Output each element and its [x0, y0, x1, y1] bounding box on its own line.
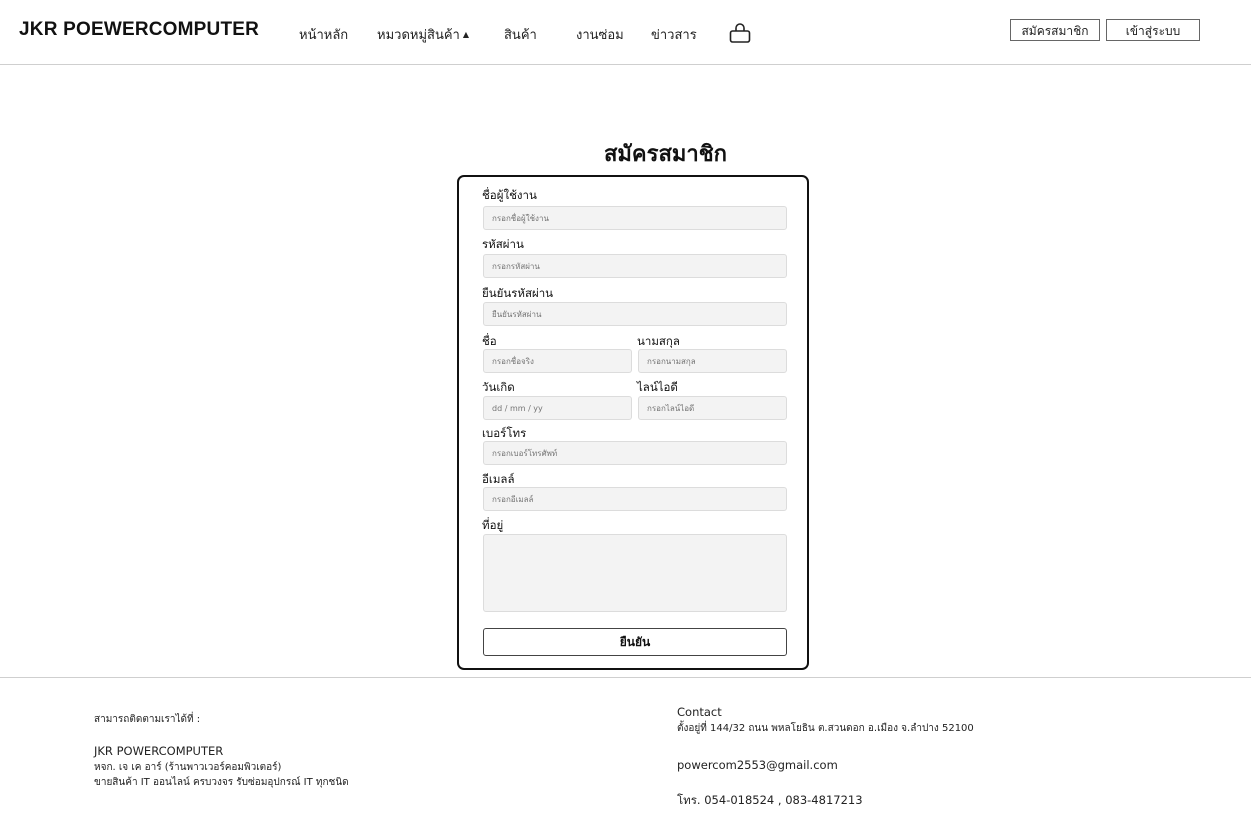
- email-input[interactable]: [483, 487, 787, 511]
- nav-news[interactable]: ข่าวสาร: [651, 24, 697, 45]
- confirm-password-input[interactable]: [483, 302, 787, 326]
- address-textarea[interactable]: [483, 534, 787, 612]
- brand-logo-text[interactable]: JKR POEWERCOMPUTER: [19, 19, 259, 41]
- username-input[interactable]: [483, 206, 787, 230]
- line-id-label: ไลน์ไอดี: [637, 380, 678, 394]
- login-button[interactable]: เข้าสู่ระบบ: [1106, 19, 1200, 41]
- top-navbar: JKR POEWERCOMPUTER หน้าหลัก หมวดหมู่สินค…: [0, 0, 1251, 65]
- footer-address: ตั้งอยู่ที่ 144/32 ถนน พหลโยธิน ต.สวนดอก…: [677, 723, 974, 734]
- page-title-text: สมัครสมาชิก: [604, 142, 727, 167]
- confirm-password-label: ยืนยันรหัสผ่าน: [482, 286, 554, 300]
- footer-company-full: หจก. เจ เค อาร์ (ร้านพาวเวอร์คอมพิวเตอร์…: [94, 762, 282, 773]
- footer-email[interactable]: powercom2553@gmail.com: [677, 758, 838, 772]
- footer: สามารถติดตามเราได้ที่ : JKR POWERCOMPUTE…: [0, 677, 1251, 818]
- nav-repair[interactable]: งานซ่อม: [576, 24, 624, 45]
- phone-input[interactable]: [483, 441, 787, 465]
- footer-contact-title: Contact: [677, 705, 722, 719]
- basket-icon[interactable]: [728, 22, 752, 44]
- footer-company-name: JKR POWERCOMPUTER: [94, 744, 224, 758]
- nav-home[interactable]: หน้าหลัก: [299, 24, 348, 45]
- address-label: ที่อยู่: [482, 518, 504, 532]
- last-name-input[interactable]: [638, 349, 787, 373]
- page-title: สมัครสมาชิก: [0, 136, 1251, 171]
- username-label: ชื่อผู้ใช้งาน: [482, 188, 537, 202]
- footer-contact-us: สามารถติดตามเราได้ที่ :: [94, 714, 201, 725]
- birthday-label: วันเกิด: [482, 380, 515, 394]
- first-name-input[interactable]: [483, 349, 632, 373]
- line-id-input[interactable]: [638, 396, 787, 420]
- password-label: รหัสผ่าน: [482, 237, 524, 251]
- nav-categories[interactable]: หมวดหมู่สินค้า ▲: [377, 24, 469, 45]
- register-form: ชื่อผู้ใช้งาน รหัสผ่าน ยืนยันรหัสผ่าน ชื…: [457, 175, 809, 670]
- birthday-input[interactable]: [483, 396, 632, 420]
- password-input[interactable]: [483, 254, 787, 278]
- nav-categories-label: หมวดหมู่สินค้า: [377, 28, 460, 43]
- register-button[interactable]: สมัครสมาชิก: [1010, 19, 1100, 41]
- footer-description: ขายสินค้า IT ออนไลน์ ครบวงจร รับซ่อมอุปก…: [94, 777, 349, 788]
- caret-up-icon: ▲: [462, 30, 469, 39]
- nav-products[interactable]: สินค้า: [504, 24, 537, 45]
- submit-button[interactable]: ยืนยัน: [483, 628, 787, 656]
- footer-phone: โทร. 054-018524 , 083-4817213: [677, 793, 863, 807]
